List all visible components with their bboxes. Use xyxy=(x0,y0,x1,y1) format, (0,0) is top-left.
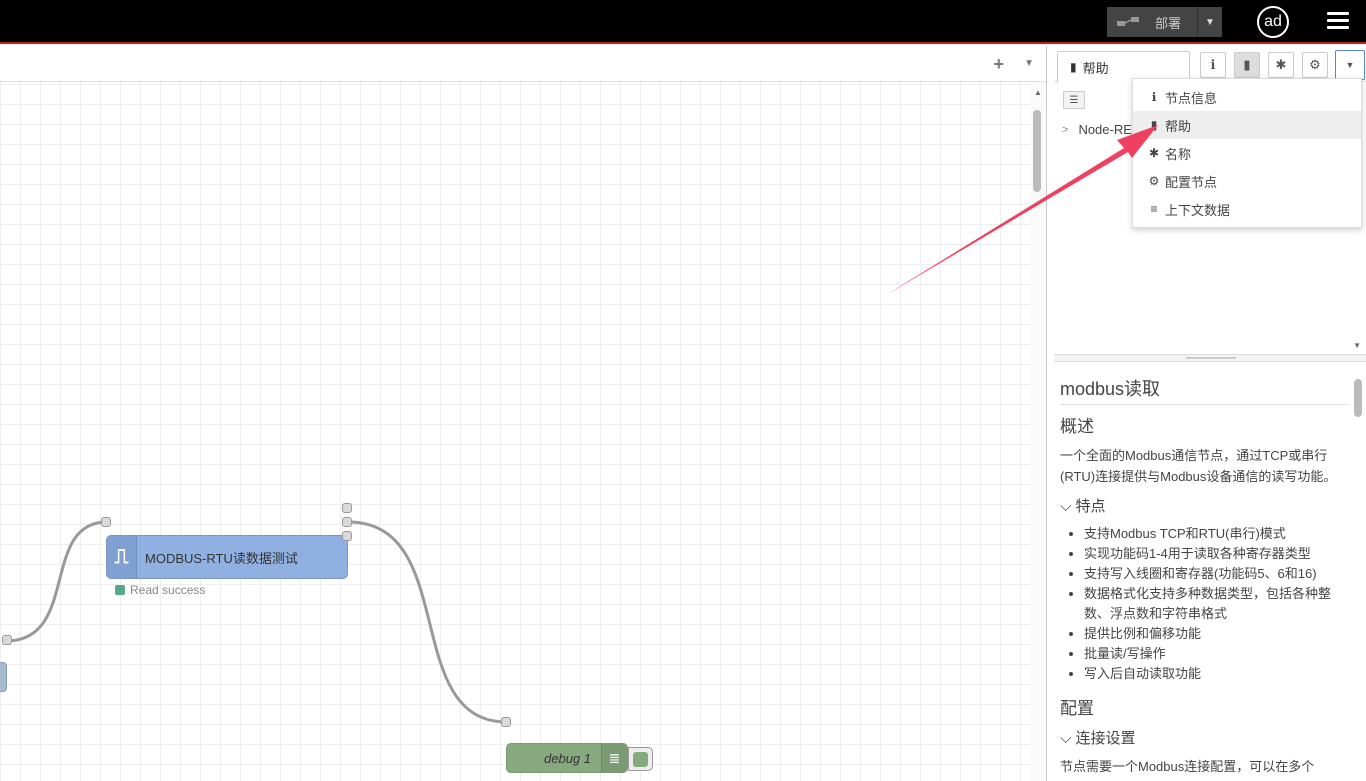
flow-canvas[interactable]: ⎍ MODBUS-RTU读数据测试 Read success debug 1 ≣ xyxy=(0,82,1030,781)
list-item: 数据格式化支持多种数据类型，包括各种整数、浮点数和字符串格式 xyxy=(1084,584,1347,624)
list-item: 提供比例和偏移功能 xyxy=(1084,624,1347,644)
menu-item-label: 配置节点 xyxy=(1165,174,1218,190)
info-icon: ℹ xyxy=(1151,90,1157,104)
features-list: 支持Modbus TCP和RTU(串行)模式 实现功能码1-4用于读取各种寄存器… xyxy=(1060,524,1347,684)
features-heading[interactable]: ⌵ 特点 xyxy=(1060,495,1347,516)
menu-item-help[interactable]: ▮ 帮助 xyxy=(1133,111,1361,139)
node-status: Read success xyxy=(115,583,205,597)
sidebar-menu-button[interactable]: ▼ xyxy=(1335,50,1365,80)
node-label: debug 1 xyxy=(544,750,591,766)
menu-item-label: 上下文数据 xyxy=(1165,202,1231,218)
workspace-tab-bar: + ▼ xyxy=(0,46,1046,82)
header-bar: 部署 ▼ ad xyxy=(0,0,1366,44)
flow-node-partial[interactable] xyxy=(0,662,7,692)
gear-icon: ⚙ xyxy=(1148,174,1160,188)
list-item: 批量读/写操作 xyxy=(1084,644,1347,664)
list-icon[interactable]: ☰ xyxy=(1063,91,1085,109)
list-item: 支持Modbus TCP和RTU(串行)模式 xyxy=(1084,524,1347,544)
chevron-right-icon[interactable]: > xyxy=(1062,124,1068,136)
menu-item-context-data[interactable]: ≡ 上下文数据 xyxy=(1133,195,1361,223)
bug-icon: ✱ xyxy=(1148,146,1160,160)
workspace: + ▼ ⎍ MODBUS-RTU读数据测试 Read success debug… xyxy=(0,46,1046,781)
wires xyxy=(5,520,508,724)
menu-item-config-nodes[interactable]: ⚙ 配置节点 xyxy=(1133,167,1361,195)
chevron-down-icon[interactable]: ▼ xyxy=(1024,58,1034,69)
sidebar-tab-bar: ▮ 帮助 ℹ ▮ ✱ ⚙ ▼ xyxy=(1054,46,1366,83)
workspace-scrollbar[interactable]: ▲ xyxy=(1030,82,1046,781)
wire xyxy=(5,520,108,643)
help-scrollbar[interactable] xyxy=(1350,374,1366,781)
node-label: MODBUS-RTU读数据测试 xyxy=(145,550,298,566)
modbus-node[interactable]: ⎍ MODBUS-RTU读数据测试 xyxy=(106,535,348,579)
chevron-down-icon: ⌵ xyxy=(1060,498,1072,515)
deploy-icon xyxy=(1107,7,1147,37)
list-item: 写入后自动读取功能 xyxy=(1084,664,1347,684)
list-icon: ≣ xyxy=(601,744,627,772)
info-tab-button[interactable]: ℹ xyxy=(1200,52,1226,78)
avatar[interactable]: ad xyxy=(1257,6,1289,38)
config-tab-button[interactable]: ⚙ xyxy=(1302,52,1328,78)
input-port[interactable] xyxy=(501,717,511,727)
overview-text: 一个全面的Modbus通信节点，通过TCP或串行(RTU)连接提供与Modbus… xyxy=(1060,448,1337,484)
list-item: 实现功能码1-4用于读取各种寄存器类型 xyxy=(1084,544,1347,564)
deploy-button[interactable]: 部署 ▼ xyxy=(1107,7,1222,37)
sidebar-dropdown-menu: ℹ 节点信息 ▮ 帮助 ✱ 名称 ⚙ 配置节点 ≡ 上下文数据 xyxy=(1132,78,1362,228)
debug-toggle-button[interactable] xyxy=(628,747,653,771)
list-item: 支持写入线圈和寄存器(功能码5、6和16) xyxy=(1084,564,1347,584)
menu-item-label: 节点信息 xyxy=(1165,90,1218,106)
status-dot-icon xyxy=(115,585,125,595)
output-port[interactable] xyxy=(2,635,12,645)
tab-help-label: 帮助 xyxy=(1082,60,1109,76)
input-port[interactable] xyxy=(101,517,111,527)
deploy-label: 部署 xyxy=(1155,15,1182,31)
debug-node[interactable]: debug 1 ≣ xyxy=(506,743,628,773)
features-heading-label: 特点 xyxy=(1075,498,1106,515)
scroll-up-icon[interactable]: ▲ xyxy=(1034,88,1042,97)
overview-heading: 概述 xyxy=(1060,417,1094,436)
scrollbar-thumb[interactable] xyxy=(1354,379,1362,417)
conn-heading-label: 连接设置 xyxy=(1075,730,1136,747)
debug-tab-button[interactable]: ✱ xyxy=(1268,52,1294,78)
menu-item-name[interactable]: ✱ 名称 xyxy=(1133,139,1361,167)
bug-icon: ✱ xyxy=(1275,57,1287,72)
output-port[interactable] xyxy=(342,503,352,513)
help-title: modbus读取 xyxy=(1060,375,1347,405)
gear-icon: ⚙ xyxy=(1309,57,1321,72)
info-icon: ℹ xyxy=(1210,57,1216,72)
book-icon: ▮ xyxy=(1243,57,1251,72)
book-icon: ▮ xyxy=(1150,118,1158,132)
book-icon: ▮ xyxy=(1070,60,1077,74)
help-tab-button[interactable]: ▮ xyxy=(1234,52,1260,78)
tree-item-label: Node-RE xyxy=(1078,122,1132,137)
output-port[interactable] xyxy=(342,531,352,541)
help-content: modbus读取 概述 一个全面的Modbus通信节点，通过TCP或串行(RTU… xyxy=(1054,363,1366,781)
hamburger-icon[interactable] xyxy=(1327,12,1349,32)
output-port[interactable] xyxy=(342,517,352,527)
database-icon: ≡ xyxy=(1150,202,1158,216)
menu-item-node-info[interactable]: ℹ 节点信息 xyxy=(1133,83,1361,111)
menu-item-label: 名称 xyxy=(1165,146,1192,162)
add-tab-button[interactable]: + xyxy=(993,54,1004,75)
wire xyxy=(347,520,508,724)
config-heading: 配置 xyxy=(1060,699,1094,718)
chevron-down-icon[interactable]: ▼ xyxy=(1198,17,1222,28)
status-text: Read success xyxy=(130,583,206,597)
modbus-icon: ⎍ xyxy=(107,536,137,578)
chevron-down-icon: ▼ xyxy=(1345,60,1355,70)
conn-heading[interactable]: ⌵ 连接设置 xyxy=(1060,727,1347,748)
sidebar-splitter[interactable] xyxy=(1054,354,1366,362)
scroll-down-icon[interactable]: ▼ xyxy=(1353,341,1361,350)
scrollbar-thumb[interactable] xyxy=(1033,110,1041,192)
chevron-down-icon: ⌵ xyxy=(1060,730,1072,747)
conn-text: 节点需要一个Modbus连接配置，可以在多个 xyxy=(1060,759,1315,774)
menu-item-label: 帮助 xyxy=(1165,118,1192,134)
